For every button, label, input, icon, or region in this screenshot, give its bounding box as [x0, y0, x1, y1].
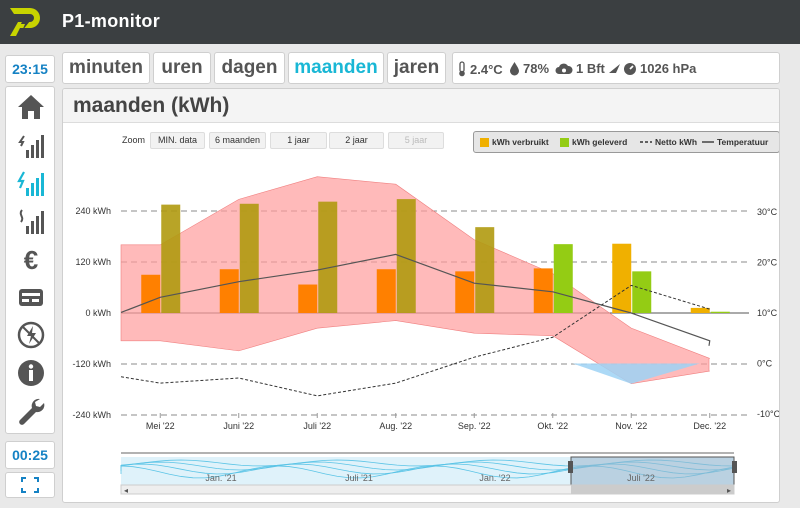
x-tick-label: Mei '22	[146, 421, 175, 431]
bar-verbruikt	[141, 274, 161, 313]
navigator-handle-left	[568, 461, 573, 473]
p1-logo-icon	[10, 8, 40, 36]
cloud-wind-icon	[555, 63, 573, 74]
x-tick-label: Juli '22	[303, 421, 331, 431]
x-tick-label: Sep. '22	[458, 421, 491, 431]
clock: 23:15	[5, 55, 55, 83]
fullscreen-button[interactable]	[5, 472, 55, 498]
info-icon[interactable]	[14, 356, 48, 390]
top-bar: P1-monitor	[0, 0, 800, 44]
y-right-tick-label: 20°C	[757, 258, 778, 268]
range-navigator: Jan. '21 Juli '21 Jan. '22 Juli '22 ◂ ▸	[120, 452, 737, 495]
navigator-scrollbar-thumb	[571, 485, 734, 494]
weather-wind: 1 Bft	[555, 61, 621, 76]
sidebar: €	[5, 86, 55, 434]
power-bars-icon[interactable]	[14, 166, 48, 200]
chart-panel: maanden (kWh) Zoom MIN. data 6 maanden 1…	[62, 88, 780, 503]
thermometer-icon	[459, 61, 465, 77]
y-right-tick-label: 0°C	[757, 359, 773, 369]
bar-geleverd	[239, 203, 259, 313]
x-tick-label: Juni '22	[223, 421, 254, 431]
tab-minuten[interactable]: minuten	[62, 52, 150, 84]
no-power-icon[interactable]	[14, 318, 48, 352]
bar-geleverd	[710, 311, 730, 313]
bar-geleverd	[318, 201, 338, 313]
x-tick-label: Okt. '22	[537, 421, 568, 431]
energy-chart: 240 kWh 120 kWh 0 kWh -120 kWh -240 kWh 30°C 2…	[72, 176, 780, 495]
y-left-tick-label: -240 kWh	[72, 410, 111, 420]
bar-geleverd	[553, 244, 573, 313]
weather-humidity: 78%	[509, 61, 549, 76]
home-icon[interactable]	[14, 90, 48, 124]
wind-direction-icon	[608, 64, 620, 73]
y-left-tick-label: 0 kWh	[85, 308, 111, 318]
weather-temperature: 2.4°C	[457, 61, 503, 77]
tab-dagen[interactable]: dagen	[214, 52, 285, 84]
gas-bars-icon[interactable]	[14, 204, 48, 238]
weather-bar: 2.4°C 78% 1 Bft 1026 hPa	[452, 52, 780, 84]
meter-icon[interactable]	[14, 280, 48, 314]
navigator-label: Jan. '22	[479, 473, 510, 483]
navigator-label: Juli '22	[627, 473, 655, 483]
x-tick-label: Dec. '22	[693, 421, 726, 431]
bar-verbruikt	[219, 269, 239, 313]
euro-icon[interactable]: €	[14, 242, 48, 276]
y-right-tick-label: -10°C	[757, 409, 780, 419]
temperature-value: 2.4°C	[470, 61, 503, 77]
scroll-right-icon: ▸	[727, 486, 731, 495]
y-left-tick-label: 240 kWh	[75, 206, 111, 216]
bar-geleverd	[632, 271, 652, 313]
bar-verbruikt	[298, 284, 318, 313]
fullscreen-icon	[21, 477, 39, 493]
weather-pressure: 1026 hPa	[623, 61, 696, 76]
x-tick-label: Nov. '22	[615, 421, 647, 431]
y-left-tick-label: 120 kWh	[75, 257, 111, 267]
refresh-timer: 00:25	[5, 441, 55, 469]
pressure-value: 1026 hPa	[640, 61, 697, 76]
wind-value: 1 Bft	[576, 61, 605, 76]
x-tick-label: Aug. '22	[379, 421, 412, 431]
y-left-tick-label: -120 kWh	[72, 359, 111, 369]
scroll-left-icon: ◂	[124, 486, 128, 495]
tab-uren[interactable]: uren	[153, 52, 211, 84]
gauge-icon	[624, 62, 636, 75]
bar-verbruikt	[376, 269, 396, 313]
droplet-icon	[510, 62, 519, 76]
tab-jaren[interactable]: jaren	[387, 52, 446, 84]
y-right-tick-label: 30°C	[757, 207, 778, 217]
navigator-handle-right	[732, 461, 737, 473]
humidity-value: 78%	[523, 61, 550, 76]
y-right-tick-label: 10°C	[757, 308, 778, 318]
app-title: P1-monitor	[62, 11, 161, 31]
usage-bars-icon[interactable]	[14, 128, 48, 162]
wrench-icon[interactable]	[14, 394, 48, 428]
navigator-label: Juli '21	[345, 473, 373, 483]
bar-geleverd	[475, 227, 495, 313]
svg-text:€: €	[24, 245, 38, 274]
navigator-label: Jan. '21	[205, 473, 236, 483]
bar-verbruikt	[612, 243, 632, 313]
tab-maanden[interactable]: maanden	[288, 52, 384, 84]
